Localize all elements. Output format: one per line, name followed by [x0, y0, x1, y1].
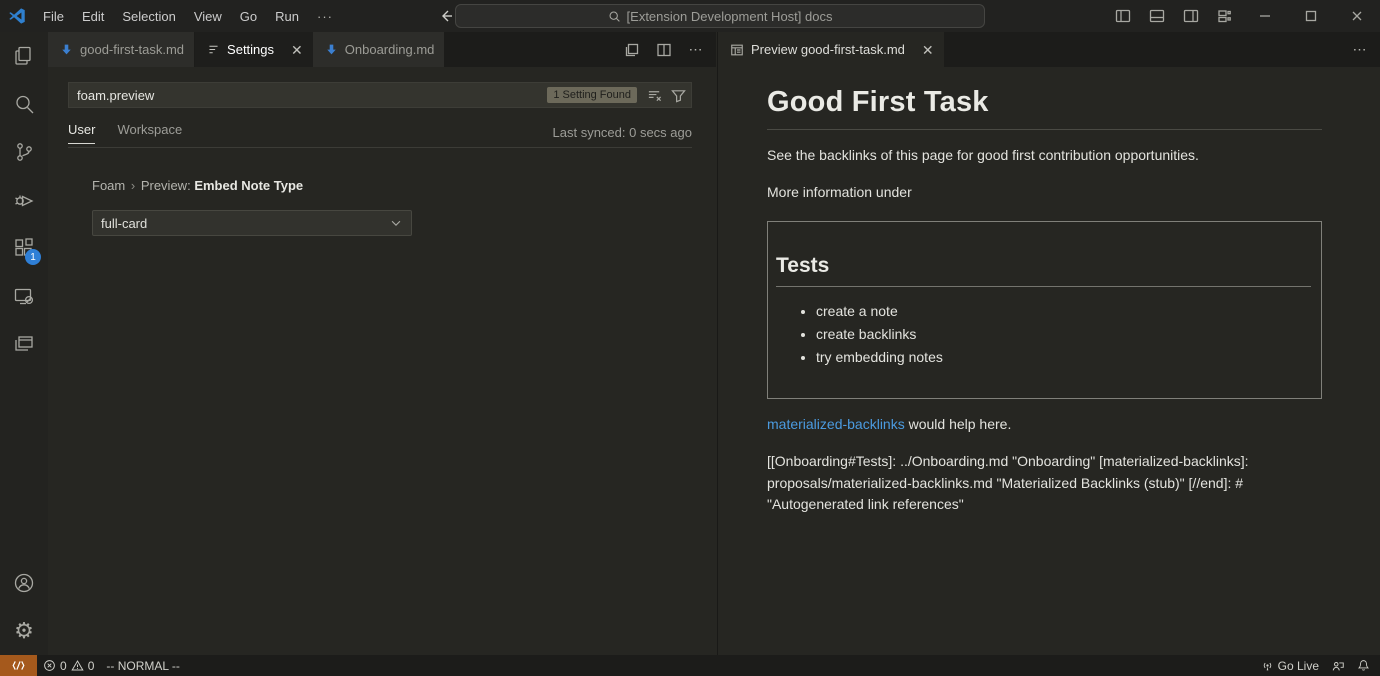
markdown-file-icon [60, 43, 73, 56]
tab-good-first-task[interactable]: good-first-task.md [48, 32, 195, 67]
tab-settings[interactable]: Settings ✕ [195, 32, 313, 67]
close-window-button[interactable] [1334, 0, 1380, 32]
link-suffix-text: would help here. [905, 416, 1012, 432]
breadcrumb-separator: › [129, 178, 137, 193]
broadcast-icon [1261, 659, 1274, 672]
source-control-icon[interactable] [0, 128, 48, 176]
materialized-backlinks-link[interactable]: materialized-backlinks [767, 416, 905, 432]
menu-run[interactable]: Run [266, 4, 308, 28]
setting-embed-note-type: Foam › Preview: Embed Note Type full-car… [92, 178, 412, 236]
toggle-panel-icon[interactable] [1140, 0, 1174, 32]
notifications-bell-icon[interactable] [1351, 655, 1380, 676]
embed-heading: Tests [776, 254, 1311, 287]
extensions-icon[interactable]: 1 [0, 224, 48, 272]
settings-search-box[interactable]: 1 Setting Found [68, 82, 692, 108]
warnings-icon [71, 659, 84, 672]
menu-more-button[interactable]: ··· [308, 4, 342, 28]
markdown-preview-icon [730, 43, 744, 57]
select-value: full-card [101, 216, 147, 231]
markdown-preview: Good First Task See the backlinks of thi… [718, 67, 1380, 516]
chevron-down-icon [389, 216, 403, 230]
list-item: create backlinks [816, 326, 1311, 342]
extensions-badge: 1 [25, 249, 41, 265]
list-item: try embedding notes [816, 349, 1311, 365]
split-editor-icon[interactable] [652, 38, 676, 62]
setting-category: Foam [92, 178, 125, 193]
filter-icon[interactable] [667, 84, 689, 106]
run-debug-icon[interactable] [0, 176, 48, 224]
link-references-text: [[Onboarding#Tests]: ../Onboarding.md "O… [767, 451, 1322, 516]
settings-count-badge: 1 Setting Found [547, 87, 637, 103]
settings-search-input[interactable] [69, 88, 547, 103]
more-actions-icon[interactable]: ⋯ [1348, 38, 1372, 62]
left-tab-bar: good-first-task.md Settings ✕ Onboarding… [48, 32, 716, 67]
errors-icon [43, 659, 56, 672]
status-bar: 0 0 -- NORMAL -- Go Live [0, 655, 1380, 676]
scope-tab-workspace[interactable]: Workspace [117, 122, 182, 143]
warnings-count: 0 [88, 659, 95, 673]
menu-view[interactable]: View [185, 4, 231, 28]
menu-file[interactable]: File [34, 4, 73, 28]
settings-gear-icon[interactable]: ⚙ [0, 607, 48, 655]
go-live-button[interactable]: Go Live [1255, 655, 1325, 676]
windows-stack-icon[interactable] [0, 320, 48, 368]
toggle-primary-sidebar-icon[interactable] [1106, 0, 1140, 32]
problems-indicator[interactable]: 0 0 [37, 655, 100, 676]
scope-tab-user[interactable]: User [68, 122, 95, 144]
go-live-label: Go Live [1278, 659, 1319, 673]
command-center-search[interactable]: [Extension Development Host] docs [455, 4, 985, 28]
command-center-label: [Extension Development Host] docs [627, 9, 833, 24]
tab-label: good-first-task.md [80, 42, 184, 57]
remote-explorer-icon[interactable] [0, 272, 48, 320]
list-item: create a note [816, 303, 1311, 319]
embedded-note-card: Tests create a note create backlinks try… [767, 221, 1322, 399]
search-icon [608, 10, 621, 23]
editor-group-right: Preview good-first-task.md ✕ ⋯ Good Firs… [717, 32, 1380, 655]
preview-paragraph-link: materialized-backlinks would help here. [767, 414, 1322, 436]
settings-editor-icon [207, 43, 220, 56]
accounts-icon[interactable] [0, 559, 48, 607]
close-tab-icon[interactable]: ✕ [922, 43, 934, 57]
tab-label: Preview good-first-task.md [751, 42, 905, 57]
embed-list: create a note create backlinks try embed… [776, 303, 1311, 365]
vscode-logo [0, 7, 34, 25]
editor-group-left: good-first-task.md Settings ✕ Onboarding… [48, 32, 716, 655]
menu-go[interactable]: Go [231, 4, 266, 28]
preview-paragraph: See the backlinks of this page for good … [767, 145, 1322, 167]
tab-preview-good-first-task[interactable]: Preview good-first-task.md ✕ [718, 32, 944, 67]
last-synced-label: Last synced: 0 secs ago [553, 125, 692, 140]
right-tab-bar: Preview good-first-task.md ✕ ⋯ [718, 32, 1380, 67]
clear-filters-icon[interactable] [643, 84, 665, 106]
toggle-secondary-sidebar-icon[interactable] [1174, 0, 1208, 32]
more-actions-icon[interactable]: ⋯ [684, 38, 708, 62]
close-tab-icon[interactable]: ✕ [291, 43, 303, 57]
maximize-button[interactable] [1288, 0, 1334, 32]
embed-note-type-select[interactable]: full-card [92, 210, 412, 236]
menu-bar: File Edit Selection View Go Run ··· [34, 4, 342, 28]
tab-label: Settings [227, 42, 274, 57]
preview-heading: Good First Task [767, 86, 1322, 130]
vim-mode-indicator[interactable]: -- NORMAL -- [100, 655, 186, 676]
live-share-icon[interactable] [1325, 655, 1351, 676]
setting-name: Embed Note Type [194, 178, 303, 193]
tab-label: Onboarding.md [345, 42, 435, 57]
title-bar: File Edit Selection View Go Run ··· [Ext… [0, 0, 1380, 32]
open-preview-icon[interactable] [620, 38, 644, 62]
explorer-icon[interactable] [0, 32, 48, 80]
customize-layout-icon[interactable] [1208, 0, 1242, 32]
setting-subcategory: Preview: [141, 178, 191, 193]
search-view-icon[interactable] [0, 80, 48, 128]
settings-scope-row: User Workspace Last synced: 0 secs ago [68, 120, 692, 148]
remote-indicator[interactable] [0, 655, 37, 676]
tab-onboarding[interactable]: Onboarding.md [313, 32, 446, 67]
minimize-button[interactable] [1242, 0, 1288, 32]
menu-selection[interactable]: Selection [113, 4, 184, 28]
go-back-icon[interactable] [438, 8, 454, 24]
menu-edit[interactable]: Edit [73, 4, 113, 28]
markdown-file-icon [325, 43, 338, 56]
preview-paragraph: More information under [767, 182, 1322, 204]
activity-bar: 1 ⚙ [0, 32, 48, 655]
errors-count: 0 [60, 659, 67, 673]
